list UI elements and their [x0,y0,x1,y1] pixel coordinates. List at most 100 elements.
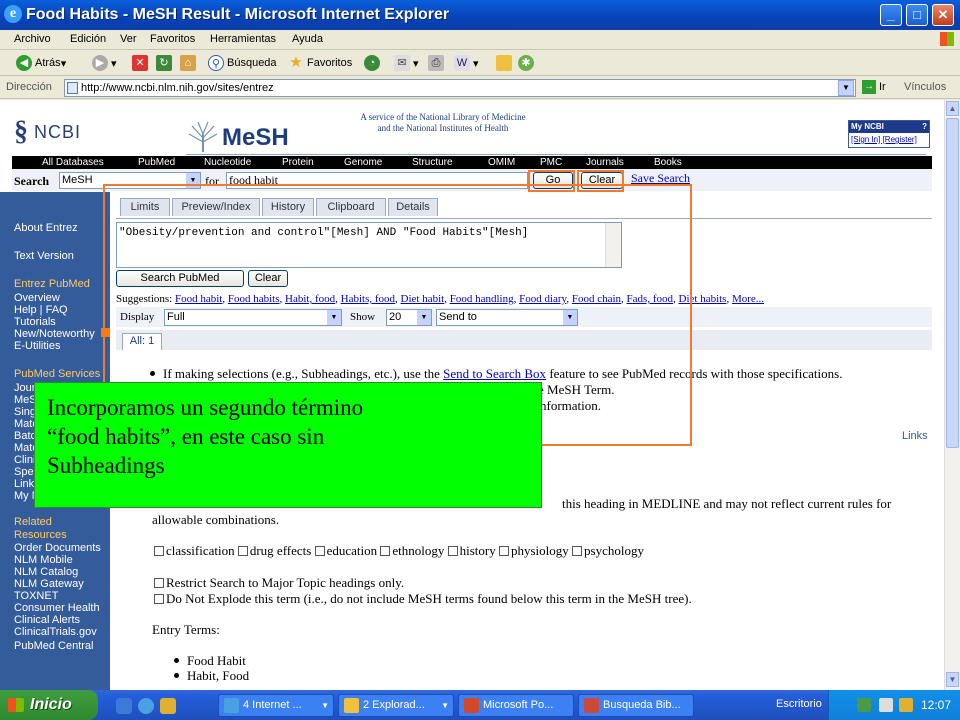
nav-item[interactable]: Clinical Alerts [14,614,80,626]
subheading-checkbox[interactable] [314,546,325,556]
suggestions-more-link[interactable]: More... [732,293,764,305]
vertical-scrollbar[interactable]: ▲ ▼ [944,100,960,690]
taskbar-task[interactable]: Microsoft Po... [458,694,574,717]
mail-button[interactable]: ✉ ▾ [394,54,419,72]
folder-button[interactable] [496,54,515,72]
my-ncbi-title[interactable]: My NCBI [849,121,929,133]
nav-item[interactable]: NLM Gateway [14,578,84,590]
nav-item[interactable]: Sing [14,406,36,418]
db-tab-journals[interactable]: Journals [586,156,624,169]
search-button[interactable]: ⚲ Búsqueda [208,54,277,72]
db-tab-omim[interactable]: OMIM [488,156,515,169]
nav-item[interactable]: Batc [14,430,36,442]
ncbi-helix-icon: § [14,116,28,147]
db-tab-books[interactable]: Books [654,156,682,169]
tray-icon[interactable] [879,698,893,712]
title-bar: e Food Habits - MeSH Result - Microsoft … [0,0,960,30]
nav-item[interactable]: Link [14,478,34,490]
maximize-button[interactable]: □ [906,4,928,26]
nav-item[interactable]: ClinicalTrials.gov [14,626,97,638]
db-tab-pmc[interactable]: PMC [540,156,562,169]
db-tab-structure[interactable]: Structure [412,156,453,169]
no-explode-checkbox[interactable] [154,594,164,604]
nav-item[interactable]: TOXNET [14,590,58,602]
edit-button[interactable]: W ▾ [454,54,479,72]
nav-entrez-pubmed[interactable]: Entrez PubMed [14,278,90,290]
menu-ayuda[interactable]: Ayuda [292,33,323,45]
subheading-checkbox[interactable] [380,546,391,556]
nav-item[interactable]: Tutorials [14,316,56,328]
quicklaunch-icon[interactable] [116,698,132,714]
close-button[interactable]: ✕ [932,4,954,26]
restrict-major-topic-row: Restrict Search to Major Topic headings … [154,575,404,591]
subheading-checkbox[interactable] [237,546,248,556]
document-icon [584,698,599,713]
print-button[interactable]: ⎙ [428,54,447,72]
address-dropdown-icon[interactable]: ▼ [838,80,854,96]
nav-item[interactable]: Order Documents [14,542,101,554]
nav-item[interactable]: Consumer Health [14,602,100,614]
history-button[interactable]: ◔ [364,54,383,72]
menu-favoritos[interactable]: Favoritos [150,33,195,45]
db-tab-all[interactable]: All Databases [42,156,104,169]
nav-pubmed-services[interactable]: PubMed Services [14,368,100,380]
db-tab-pubmed[interactable]: PubMed [138,156,175,169]
magnifier-icon: ⚲ [208,55,224,71]
nav-about-entrez[interactable]: About Entrez [14,222,78,234]
refresh-button[interactable]: ↻ [156,54,175,72]
restrict-major-checkbox[interactable] [154,578,164,588]
nav-text-version[interactable]: Text Version [14,250,74,262]
nav-item[interactable]: NLM Mobile [14,554,73,566]
subheading-checkbox[interactable] [154,546,164,556]
taskbar-task[interactable]: 2 Explorad... ▼ [338,694,454,717]
nav-item[interactable]: New/Noteworthy [14,328,95,340]
links-link[interactable]: Links [902,430,928,442]
start-button[interactable]: Inicio [0,690,98,720]
nav-item[interactable]: PubMed Central [14,640,94,652]
nav-item[interactable]: NLM Catalog [14,566,78,578]
minimize-button[interactable]: _ [880,4,902,26]
taskbar-task[interactable]: Busqueda Bib... [578,694,694,717]
subheading-checkbox[interactable] [572,546,583,556]
favorites-button[interactable]: ★ Favoritos [288,54,352,72]
links-toolbar[interactable]: Vínculos [904,81,946,93]
menu-ver[interactable]: Ver [120,33,137,45]
menu-archivo[interactable]: Archivo [14,33,51,45]
nav-item[interactable]: Jour [14,382,35,394]
forward-button[interactable]: ▶ ▾ [92,54,117,72]
scroll-down-icon[interactable]: ▼ [946,672,959,687]
subheading-checkbox[interactable] [499,546,509,556]
signin-register-link[interactable]: [Sign In] [Register] [851,135,917,144]
tray-icon[interactable] [857,698,871,712]
messenger-button[interactable]: ✱ [518,54,537,72]
my-ncbi-help-icon[interactable]: ? [922,122,927,131]
subheading-checkbox[interactable] [447,546,458,556]
home-button[interactable]: ⌂ [180,54,199,72]
ncbi-logo[interactable]: § NCBI [14,116,81,148]
nav-item[interactable]: Spe [14,466,34,478]
address-go-button[interactable]: → Ir [862,80,886,94]
nav-related-resources[interactable]: Related [14,516,52,528]
nav-item[interactable]: E-Utilities [14,340,60,352]
mesh-logo: MeSH [186,120,296,152]
back-button[interactable]: ◀ Atrás ▾ [16,54,66,72]
quicklaunch-ie-icon[interactable] [138,698,154,714]
taskbar-task[interactable]: 4 Internet ... ▼ [218,694,334,717]
menu-herramientas[interactable]: Herramientas [210,33,276,45]
scroll-thumb[interactable] [946,118,959,448]
menu-edicion[interactable]: Edición [70,33,106,45]
nav-item[interactable]: Help | FAQ [14,304,68,316]
scroll-up-icon[interactable]: ▲ [946,101,959,116]
stop-button[interactable]: ✕ [132,54,151,72]
quicklaunch-icon[interactable] [160,698,176,714]
db-tab-nucleotide[interactable]: Nucleotide [204,156,251,169]
db-tab-genome[interactable]: Genome [344,156,382,169]
db-tab-protein[interactable]: Protein [282,156,314,169]
address-input[interactable]: http://www.ncbi.nlm.nih.gov/sites/entrez [64,79,856,97]
desktop-toolbar[interactable]: Escritorio [776,698,822,710]
nav-item[interactable]: Overview [14,292,60,304]
nav-related-resources-2[interactable]: Resources [14,529,67,541]
nav-item[interactable]: Clini [14,454,35,466]
clock: 12:07 [921,698,952,712]
tray-icon[interactable] [899,698,913,712]
